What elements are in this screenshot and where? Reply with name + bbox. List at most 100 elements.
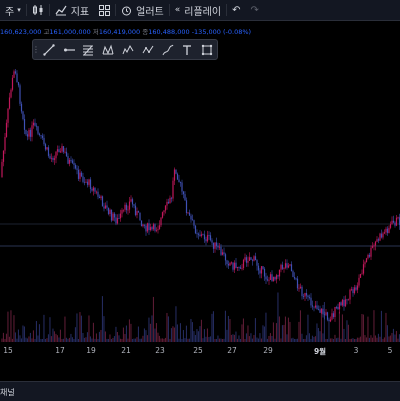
candle-body bbox=[364, 262, 366, 265]
candle-body bbox=[326, 312, 329, 320]
candle-body bbox=[64, 151, 66, 153]
indicators-button[interactable]: 지표 bbox=[50, 0, 94, 20]
volume-bar bbox=[122, 327, 124, 342]
candle-body bbox=[62, 146, 65, 152]
measure-tool[interactable] bbox=[197, 40, 217, 59]
interval-selector[interactable]: 주 ▾ bbox=[0, 0, 26, 20]
price-chart[interactable] bbox=[0, 0, 400, 400]
candle-body bbox=[46, 147, 48, 150]
volume-bar bbox=[188, 338, 190, 342]
candle-body bbox=[185, 200, 188, 214]
undo-button[interactable]: ↶ bbox=[227, 0, 245, 20]
change-value: -135,000 (-0.08%) bbox=[191, 28, 252, 36]
candle-body bbox=[247, 260, 249, 263]
volume-bar bbox=[86, 332, 88, 342]
volume-bar bbox=[382, 338, 384, 342]
volume-bar bbox=[77, 338, 79, 342]
candle-body bbox=[265, 276, 267, 280]
candle-body bbox=[148, 223, 150, 231]
volume-bar bbox=[74, 327, 76, 342]
volume-bar bbox=[178, 338, 180, 342]
horizontal-ray-tool[interactable] bbox=[59, 40, 79, 59]
volume-bar bbox=[340, 338, 342, 342]
brush-tool[interactable] bbox=[158, 40, 178, 59]
candle-body bbox=[157, 229, 159, 231]
volume-bar bbox=[119, 338, 121, 342]
candle-body bbox=[25, 129, 27, 135]
volume-bar bbox=[97, 338, 99, 342]
replay-button[interactable]: « 리플레이 bbox=[170, 0, 226, 20]
candle-body bbox=[365, 258, 368, 263]
elliott-wave-tool[interactable] bbox=[118, 40, 138, 59]
volume-bar bbox=[56, 335, 58, 342]
candle-body bbox=[239, 267, 242, 269]
candle-body bbox=[176, 173, 179, 180]
volume-bar bbox=[176, 324, 178, 342]
volume-bar bbox=[50, 336, 52, 342]
volume-bar bbox=[217, 335, 219, 342]
candle-body bbox=[382, 233, 384, 238]
volume-bar bbox=[311, 335, 313, 342]
volume-bar bbox=[197, 331, 199, 342]
volume-bar bbox=[115, 326, 117, 342]
candle-body bbox=[259, 270, 261, 274]
candle-body bbox=[268, 279, 270, 281]
volume-bar bbox=[163, 338, 165, 342]
volume-bar bbox=[359, 336, 361, 342]
candle-body bbox=[187, 212, 189, 214]
volume-bar bbox=[130, 323, 132, 342]
volume-bar bbox=[317, 328, 319, 342]
candle-body bbox=[85, 181, 87, 183]
candle-body bbox=[178, 179, 180, 183]
candle-body bbox=[377, 239, 380, 241]
candle-body bbox=[2, 150, 5, 162]
fib-retracement-tool[interactable] bbox=[79, 40, 99, 59]
candle-body bbox=[31, 125, 33, 137]
volume-bar bbox=[373, 310, 375, 342]
volume-bar bbox=[346, 320, 348, 342]
candle-body bbox=[100, 196, 102, 199]
candle-body bbox=[91, 188, 93, 191]
trend-line-tool[interactable] bbox=[39, 40, 59, 59]
redo-button[interactable]: ↷ bbox=[245, 0, 263, 20]
volume-bar bbox=[95, 333, 97, 342]
volume-bar bbox=[310, 338, 312, 342]
volume-bar bbox=[19, 335, 21, 342]
volume-bar bbox=[148, 317, 150, 342]
candle-body bbox=[323, 314, 326, 316]
text-tool[interactable] bbox=[177, 40, 197, 59]
candle-body bbox=[251, 259, 254, 261]
candle-body bbox=[391, 220, 393, 225]
volume-bar bbox=[62, 338, 64, 342]
volume-bar bbox=[28, 336, 30, 342]
volume-bar bbox=[11, 338, 13, 342]
x-axis-label: 21 bbox=[121, 346, 131, 355]
volume-bar bbox=[224, 310, 226, 342]
volume-bar bbox=[386, 325, 388, 342]
volume-bar bbox=[191, 322, 193, 342]
chart-type-button[interactable] bbox=[27, 0, 49, 20]
volume-bar bbox=[43, 314, 45, 342]
volume-bar bbox=[10, 310, 12, 342]
candle-body bbox=[65, 151, 68, 157]
horizontal-ray-icon bbox=[63, 48, 75, 51]
volume-bar bbox=[127, 338, 129, 342]
volume-bar bbox=[244, 338, 246, 342]
volume-bar bbox=[4, 338, 6, 342]
candle-body bbox=[301, 286, 303, 297]
volume-bar bbox=[1, 338, 3, 342]
volume-bar bbox=[395, 330, 397, 342]
volume-bar bbox=[193, 331, 195, 342]
candle-body bbox=[238, 266, 240, 268]
pattern-tool[interactable] bbox=[98, 40, 118, 59]
volume-bar bbox=[266, 338, 268, 342]
candle-body bbox=[257, 265, 260, 271]
volume-bar bbox=[247, 325, 249, 342]
alert-button[interactable]: 얼러트 bbox=[116, 0, 169, 20]
x-axis-label: 15 bbox=[3, 346, 13, 355]
volume-bar bbox=[92, 322, 94, 342]
layout-button[interactable] bbox=[94, 0, 115, 20]
projection-tool[interactable] bbox=[138, 40, 158, 59]
candle-body bbox=[34, 122, 36, 126]
channel-label[interactable]: 채널 bbox=[0, 387, 15, 398]
